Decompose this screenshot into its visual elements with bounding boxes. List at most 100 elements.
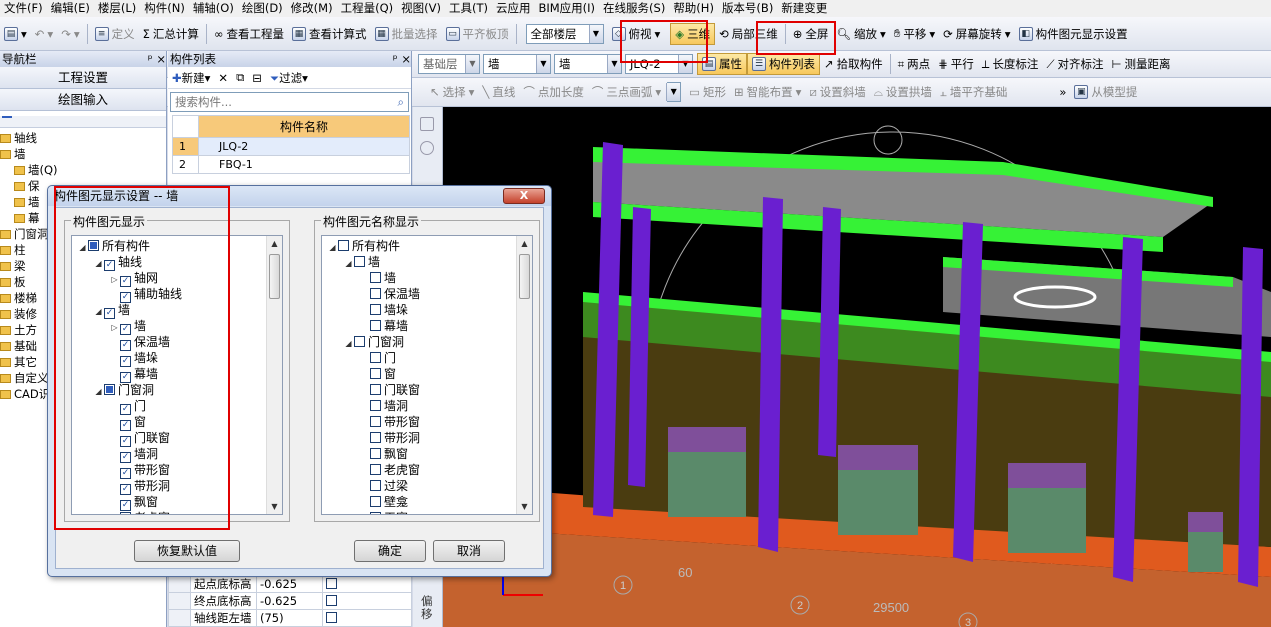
tree-item[interactable]: 幕墙 [322,318,532,334]
close-button[interactable]: X [503,188,545,204]
tree-checkbox[interactable] [354,336,365,347]
new-button[interactable]: ✚新建▾ [172,70,210,86]
tree-checkbox[interactable] [370,304,381,315]
table-row[interactable]: 1 JLQ-2 [172,137,410,156]
tree-checkbox[interactable] [370,352,381,363]
menu-item[interactable]: 楼层(L) [94,0,140,17]
menu-item[interactable]: 版本号(B) [718,0,777,17]
tree-item[interactable]: 带形窗 [322,414,532,430]
tree-item[interactable]: 壁龛 [322,494,532,510]
from-model-button[interactable]: ▣ 从模型提 [1070,81,1141,103]
scroll-down-icon[interactable]: ▼ [517,499,532,514]
arc-options-dropdown[interactable]: ▼ [666,82,682,102]
component-search-input[interactable]: 搜索构件... ⌕ [170,92,409,112]
measure-distance-button[interactable]: ⊢ 测量距离 [1108,53,1175,75]
view-formula-button[interactable]: ▦ 查看计算式 [288,23,371,45]
property-value[interactable]: -0.625 [256,575,323,593]
tree-checkbox[interactable] [370,464,381,475]
menu-item[interactable]: 绘图(D) [238,0,287,17]
tree-checkbox[interactable] [370,432,381,443]
column-header-name[interactable]: 构件名称 [198,115,410,138]
menu-item[interactable]: 在线服务(S) [599,0,669,17]
pin-close-icon[interactable]: ᵖ × [148,51,166,67]
menu-item[interactable]: 文件(F) [0,0,47,17]
scroll-thumb[interactable] [269,254,280,299]
property-row[interactable]: 起点底标高 -0.625 [168,575,412,593]
tree-checkbox[interactable] [370,384,381,395]
property-row[interactable]: 终点底标高 -0.625 [168,592,412,610]
tree-checkbox[interactable] [370,448,381,459]
floor-select[interactable]: 全部楼层 ▼ [525,23,604,44]
tree-checkbox[interactable] [370,320,381,331]
tree-item[interactable]: 老虎窗 [322,462,532,478]
tree-item[interactable]: 窗 [322,366,532,382]
open-button[interactable]: ▤ ▾ [0,23,31,45]
name-display-tree[interactable]: ◢ 所有构件 ◢ 墙墙保温墙 墙垛 幕墙 ◢ 门窗洞门窗门联窗 墙洞 带形窗 带形洞 飘窗 老虎窗 过梁壁… [321,235,533,515]
search-icon[interactable]: ⌕ [398,93,404,111]
tree-item[interactable]: 门联窗 [322,382,532,398]
tree-item[interactable]: 过梁 [322,478,532,494]
menu-item[interactable]: 编辑(E) [47,0,94,17]
menu-item[interactable]: 帮助(H) [669,0,718,17]
type-select-1[interactable]: 墙 ▼ [483,54,551,74]
property-checkbox[interactable] [326,595,337,606]
menu-item[interactable]: 工程量(Q) [337,0,398,17]
layer-select[interactable]: 基础层 ▼ [418,54,480,74]
copy-icon[interactable]: ⧉ [236,70,244,85]
menu-item[interactable]: 工具(T) [445,0,492,17]
3d-viewport[interactable]: 1 2 3 29500 60 [443,107,1271,627]
pick-component-button[interactable]: ↗ 拾取构件 [820,53,887,75]
tree-item[interactable]: 墙洞 [322,398,532,414]
tree-checkbox[interactable] [354,256,365,267]
nav-tree-item[interactable]: 墙 [0,146,166,162]
align-mark-button[interactable]: ⟋ 对齐标注 [1042,53,1107,75]
toolbar-overflow[interactable]: » [1055,81,1070,103]
undo-button[interactable]: ↶ ▾ [31,23,57,45]
two-points-button[interactable]: ⌗ 两点 [894,53,934,75]
tree-checkbox[interactable] [370,512,381,514]
sum-calc-button[interactable]: Σ 汇总计算 [139,23,203,45]
flat-top-button[interactable]: ▭ 平齐板顶 [442,23,513,45]
cancel-button[interactable]: 取消 [433,540,505,562]
menu-item[interactable]: 新建变更 [777,0,831,17]
zoom-button[interactable]: 🔍︎ 缩放 ▾ [832,23,889,45]
tree-item[interactable]: 带形洞 [322,430,532,446]
tree-checkbox[interactable] [370,496,381,507]
select-button[interactable]: ↖ 选择 ▾ [426,81,478,103]
property-value[interactable]: -0.625 [256,592,323,610]
tree-item[interactable]: ◢ 门窗洞 [322,334,532,350]
delete-icon[interactable]: ✕ [218,71,228,85]
menu-item[interactable]: 辅轴(O) [189,0,238,17]
nav-tree-item[interactable]: 墙(Q) [0,162,166,178]
scroll-up-icon[interactable]: ▲ [517,236,532,251]
tree-checkbox[interactable] [370,480,381,491]
tree-item[interactable]: 墙 [322,270,532,286]
pan-button[interactable]: ✋︎ 平移 ▾ [890,23,939,45]
align-base-button[interactable]: ⫠ 墙平齐基础 [936,81,1011,103]
type-select-2[interactable]: 墙 ▼ [554,54,622,74]
nav-collapse-bar[interactable] [0,116,166,128]
tree-item[interactable]: 墙垛 [322,302,532,318]
line-button[interactable]: ╲ 直线 [478,81,519,103]
project-settings-button[interactable]: 工程设置 [0,67,166,89]
scroll-down-icon[interactable]: ▼ [267,499,282,514]
slope-wall-button[interactable]: ⧄ 设置斜墙 [805,81,869,103]
menu-item[interactable]: 视图(V) [397,0,445,17]
property-checkbox[interactable] [326,612,337,623]
orbit-handle-top[interactable] [873,125,903,155]
ok-button[interactable]: 确定 [354,540,426,562]
row-name[interactable]: FBQ-1 [198,155,410,174]
name-tree-scrollbar[interactable]: ▲ ▼ [516,236,532,514]
menu-item[interactable]: 云应用 [492,0,535,17]
filter-button[interactable]: ⏷过滤▾ [270,70,308,86]
scroll-up-icon[interactable]: ▲ [267,236,282,251]
table-row[interactable]: 2 FBQ-1 [172,155,410,174]
display-settings-button[interactable]: ◧ 构件图元显示设置 [1015,23,1132,45]
row-name[interactable]: JLQ-2 [198,137,410,156]
tree-item[interactable]: 门 [322,350,532,366]
pencil-icon[interactable] [420,117,434,131]
scroll-thumb[interactable] [519,254,530,299]
nav-tree-item[interactable]: 轴线 [0,130,166,146]
tree-checkbox[interactable] [370,400,381,411]
drawing-input-button[interactable]: 绘图输入 [0,89,166,111]
